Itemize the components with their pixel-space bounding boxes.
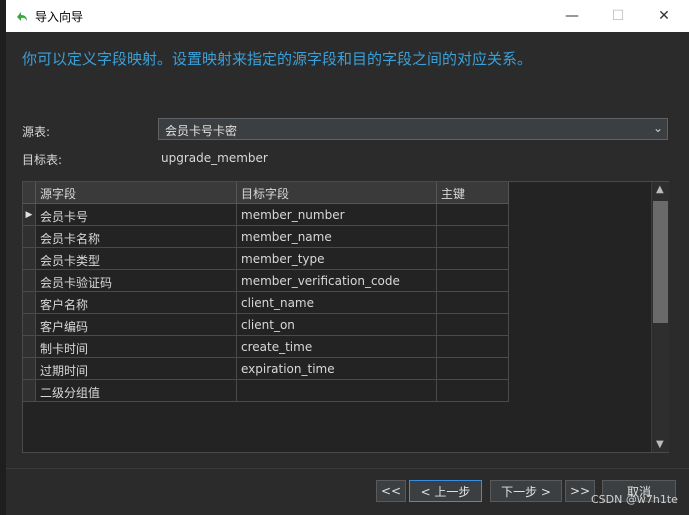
primary-key-cell[interactable] [437, 380, 509, 402]
watermark: CSDN @w7h1te [591, 493, 678, 506]
scroll-up-icon[interactable]: ▲ [656, 184, 664, 195]
source-table-value: 会员卡号卡密 [165, 124, 238, 138]
row-indicator[interactable] [23, 292, 36, 314]
maximize-button[interactable]: ☐ [595, 0, 641, 32]
footer-divider [6, 468, 689, 469]
table-row[interactable]: 过期时间 expiration_time [23, 358, 509, 380]
import-wizard-icon [17, 12, 27, 21]
target-field-cell[interactable]: create_time [237, 336, 437, 358]
primary-key-cell[interactable] [437, 270, 509, 292]
table-row[interactable]: 会员卡验证码 member_verification_code [23, 270, 509, 292]
window-title: 导入向导 [35, 10, 84, 24]
primary-key-cell[interactable] [437, 314, 509, 336]
first-step-button[interactable]: << [376, 480, 406, 502]
chevron-down-icon: ⌄ [652, 121, 663, 135]
row-indicator[interactable] [23, 336, 36, 358]
row-indicator[interactable] [23, 380, 36, 402]
source-field-cell[interactable]: 会员卡号 [36, 204, 237, 226]
target-field-cell[interactable]: client_name [237, 292, 437, 314]
vertical-scrollbar[interactable]: ▲ ▼ [651, 182, 669, 452]
source-table-label: 源表: [22, 125, 51, 139]
close-button[interactable]: ✕ [641, 0, 687, 32]
row-indicator[interactable] [23, 226, 36, 248]
scrollbar-thumb[interactable] [653, 201, 668, 323]
table-row[interactable]: 客户名称 client_name [23, 292, 509, 314]
primary-key-cell[interactable] [437, 204, 509, 226]
table-row[interactable]: 会员卡名称 member_name [23, 226, 509, 248]
primary-key-cell[interactable] [437, 226, 509, 248]
row-indicator[interactable]: ▶ [23, 204, 36, 226]
field-mapping-grid[interactable]: 源字段 目标字段 主键 ▶ 会员卡号 member_number 会员卡名称 membe… [22, 181, 669, 453]
row-indicator[interactable] [23, 248, 36, 270]
column-header-source[interactable]: 源字段 [36, 182, 237, 204]
primary-key-cell[interactable] [437, 358, 509, 380]
source-field-cell[interactable]: 二级分组值 [36, 380, 237, 402]
target-table-value: upgrade_member [161, 151, 268, 165]
table-row[interactable]: 制卡时间 create_time [23, 336, 509, 358]
target-field-cell[interactable] [237, 380, 437, 402]
table-row[interactable]: 会员卡类型 member_type [23, 248, 509, 270]
row-indicator[interactable] [23, 314, 36, 336]
row-indicator[interactable] [23, 358, 36, 380]
grid-corner [23, 182, 36, 204]
previous-step-button[interactable]: < 上一步 [409, 480, 482, 502]
column-header-target[interactable]: 目标字段 [237, 182, 437, 204]
target-field-cell[interactable]: member_verification_code [237, 270, 437, 292]
target-table-label: 目标表: [22, 153, 63, 167]
table-row[interactable]: 二级分组值 [23, 380, 509, 402]
target-field-cell[interactable]: member_type [237, 248, 437, 270]
primary-key-cell[interactable] [437, 336, 509, 358]
target-field-cell[interactable]: expiration_time [237, 358, 437, 380]
minimize-button[interactable]: — [549, 0, 595, 32]
column-header-primary-key[interactable]: 主键 [437, 182, 509, 204]
import-wizard-window: 导入向导 — ☐ ✕ 你可以定义字段映射。设置映射来指定的源字段和目的字段之间的… [6, 0, 689, 515]
title-bar: 导入向导 — ☐ ✕ [6, 0, 689, 32]
source-field-cell[interactable]: 会员卡类型 [36, 248, 237, 270]
source-field-cell[interactable]: 过期时间 [36, 358, 237, 380]
target-field-cell[interactable]: client_on [237, 314, 437, 336]
source-table-select[interactable]: 会员卡号卡密 ⌄ [158, 118, 668, 140]
table-row[interactable]: 客户编码 client_on [23, 314, 509, 336]
row-indicator[interactable] [23, 270, 36, 292]
source-field-cell[interactable]: 客户编码 [36, 314, 237, 336]
source-field-cell[interactable]: 会员卡名称 [36, 226, 237, 248]
source-field-cell[interactable]: 客户名称 [36, 292, 237, 314]
target-field-cell[interactable]: member_name [237, 226, 437, 248]
next-step-button[interactable]: 下一步 > [490, 480, 562, 502]
target-field-cell[interactable]: member_number [237, 204, 437, 226]
primary-key-cell[interactable] [437, 292, 509, 314]
source-field-cell[interactable]: 制卡时间 [36, 336, 237, 358]
scroll-down-icon[interactable]: ▼ [656, 439, 664, 450]
table-row[interactable]: ▶ 会员卡号 member_number [23, 204, 509, 226]
primary-key-cell[interactable] [437, 248, 509, 270]
page-heading: 你可以定义字段映射。设置映射来指定的源字段和目的字段之间的对应关系。 [22, 50, 533, 68]
source-field-cell[interactable]: 会员卡验证码 [36, 270, 237, 292]
